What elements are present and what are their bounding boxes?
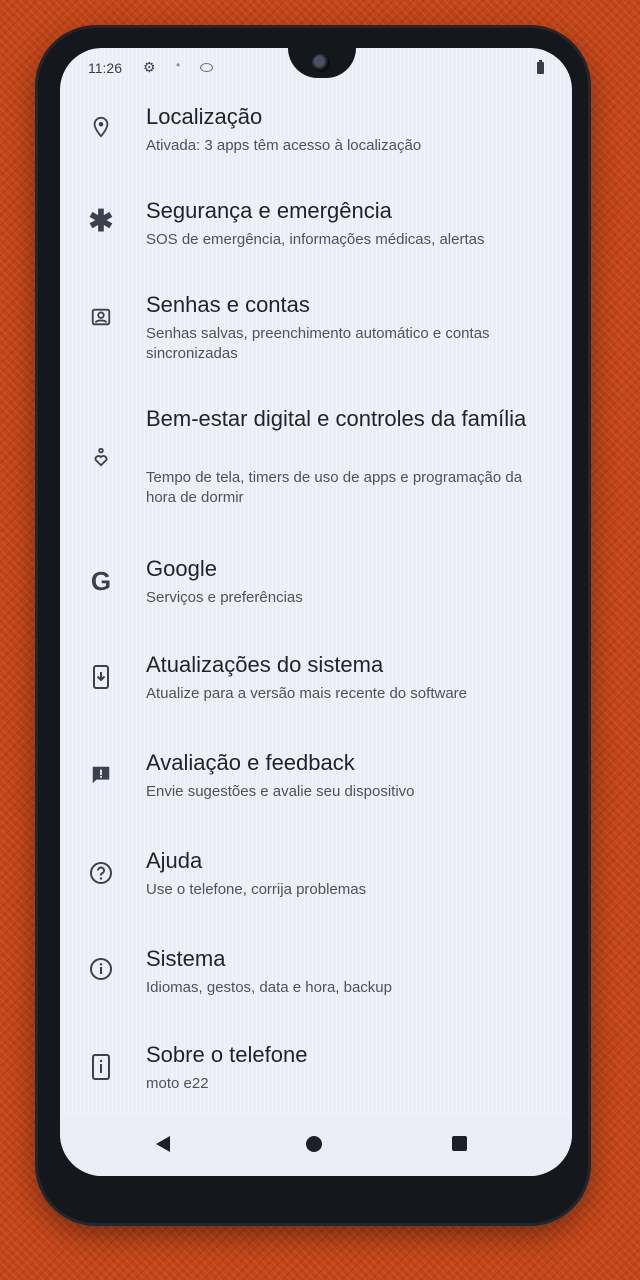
settings-item-title: Sobre o telefone (146, 1042, 308, 1067)
settings-item-digital-wellbeing[interactable]: Bem-estar digital e controles da família… (60, 400, 572, 550)
eye-icon (200, 63, 213, 72)
location-pin-icon (88, 114, 114, 140)
settings-item-passwords-accounts[interactable]: Senhas e contas Senhas salvas, preenchim… (60, 286, 572, 400)
settings-item-title: Bem-estar digital e controles da família (146, 406, 527, 431)
screen: 11:26 ⚙ • Localização Ativada: 3 apps tê… (60, 48, 572, 1176)
system-update-icon (88, 664, 114, 690)
settings-item-subtitle: Ativada: 3 apps têm acesso à localização (146, 137, 422, 154)
phone-info-icon (88, 1054, 114, 1080)
settings-item-about-phone[interactable]: Sobre o telefone moto e22 (60, 1036, 572, 1124)
feedback-icon (88, 762, 114, 788)
settings-item-subtitle: Atualize para a versão mais recente do s… (146, 685, 467, 702)
settings-item-system[interactable]: Sistema Idiomas, gestos, data e hora, ba… (60, 940, 572, 1036)
info-icon (88, 956, 114, 982)
settings-item-title: Avaliação e feedback (146, 750, 355, 775)
asterisk-icon: ✱ (88, 204, 114, 238)
settings-item-title: Senhas e contas (146, 292, 310, 317)
status-time: 11:26 (88, 60, 122, 76)
settings-item-location[interactable]: Localização Ativada: 3 apps têm acesso à… (60, 98, 572, 192)
settings-item-title: Localização (146, 104, 263, 129)
settings-item-system-updates[interactable]: Atualizações do sistema Atualize para a … (60, 646, 572, 744)
settings-item-title: Segurança e emergência (146, 198, 392, 223)
settings-item-google[interactable]: G Google Serviços e preferências (60, 550, 572, 646)
gear-icon: ⚙ (143, 59, 156, 75)
navigation-bar (60, 1116, 572, 1176)
settings-item-title: Ajuda (146, 848, 203, 873)
wellbeing-heart-icon (88, 444, 114, 470)
back-icon[interactable] (156, 1136, 170, 1152)
home-icon[interactable] (306, 1136, 322, 1152)
battery-icon (537, 60, 544, 74)
recents-icon[interactable] (452, 1136, 467, 1151)
settings-item-title: Sistema (146, 946, 226, 971)
settings-item-subtitle: moto e22 (146, 1075, 209, 1092)
google-g-icon: G (90, 565, 112, 596)
settings-item-subtitle: Idiomas, gestos, data e hora, backup (146, 979, 392, 996)
settings-item-safety[interactable]: ✱ Segurança e emergência SOS de emergênc… (60, 192, 572, 286)
help-icon (88, 860, 114, 886)
dot-icon: • (176, 58, 181, 72)
settings-item-help[interactable]: Ajuda Use o telefone, corrija problemas (60, 842, 572, 940)
settings-item-subtitle: Envie sugestões e avalie seu dispositivo (146, 783, 415, 800)
settings-item-feedback[interactable]: Avaliação e feedback Envie sugestões e a… (60, 744, 572, 842)
settings-item-title: Atualizações do sistema (146, 652, 384, 677)
settings-item-subtitle: Senhas salvas, preenchimento automático … (146, 325, 490, 362)
settings-item-subtitle: Tempo de tela, timers de uso de apps e p… (146, 469, 523, 506)
settings-item-subtitle: Use o telefone, corrija problemas (146, 881, 367, 898)
account-box-icon (88, 304, 114, 330)
settings-item-title: Google (146, 556, 217, 581)
settings-item-subtitle: Serviços e preferências (146, 589, 303, 606)
status-bar: 11:26 ⚙ • (88, 58, 544, 80)
settings-item-subtitle: SOS de emergência, informações médicas, … (146, 231, 485, 248)
